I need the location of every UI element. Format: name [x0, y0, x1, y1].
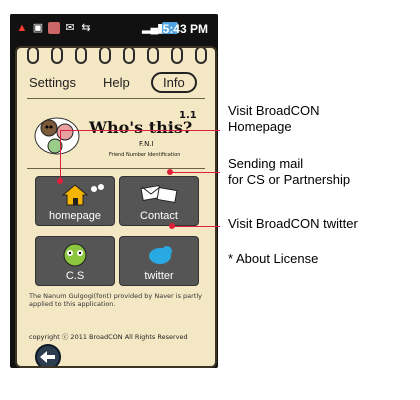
home-icon — [61, 184, 104, 206]
callout-mail: Sending mail for CS or Partnership — [228, 156, 350, 188]
ring-icon — [27, 48, 39, 64]
ring-icon — [75, 48, 87, 64]
ring-icon — [171, 48, 183, 64]
callout-dot-contact — [167, 169, 173, 175]
copyright-text: copyright ⓒ 2011 BroadCON All Rights Res… — [29, 333, 188, 341]
mail-icon: ✉ — [65, 22, 75, 34]
callout-homepage: Visit BroadCON Homepage — [228, 103, 358, 135]
warning-icon: ▲ — [16, 22, 28, 34]
signal-icon: ▂▄▆ — [142, 22, 167, 34]
homepage-button[interactable]: homepage — [35, 176, 115, 226]
cs-button[interactable]: C.S — [35, 236, 115, 286]
app-logo: Who's this? 1.1 F.N.I Friend Number Iden… — [29, 106, 205, 164]
twitter-label: twitter — [144, 270, 174, 282]
callout-dot-twitter — [169, 223, 175, 229]
usb-icon: ⇆ — [81, 22, 91, 34]
callout-twitter: Visit BroadCON twitter — [228, 216, 358, 232]
logo-fni: F.N.I — [139, 140, 154, 148]
binder-rings — [17, 48, 215, 64]
status-bar: ▲ ▣ ✉ ⇆ ▂▄▆ 5:43 PM — [10, 14, 218, 44]
characters-illustration — [34, 117, 80, 155]
cs-character-icon — [63, 243, 87, 267]
mail-icon — [140, 184, 178, 204]
twitter-button[interactable]: twitter — [119, 236, 199, 286]
back-arrow-icon — [40, 351, 55, 363]
callout-license-text: * About License — [228, 251, 319, 266]
callout-homepage-text: Visit BroadCON Homepage — [228, 103, 320, 134]
phone-frame: ▲ ▣ ✉ ⇆ ▂▄▆ 5:43 PM Settings Help Info W… — [10, 14, 218, 368]
top-menu: Settings Help Info — [17, 70, 215, 96]
font-credit: The Nanum Gulgogi(font) provided by Nave… — [29, 292, 203, 308]
cs-label: C.S — [65, 270, 85, 282]
callout-vline-homepage — [60, 130, 61, 180]
ring-icon — [99, 48, 111, 64]
avatar-icon — [48, 22, 60, 34]
notebook-panel: Settings Help Info Who's this? 1.1 F.N.I… — [15, 46, 217, 368]
menu-settings[interactable]: Settings — [29, 75, 76, 90]
callout-line-contact — [170, 172, 220, 173]
ring-icon — [195, 48, 207, 64]
contact-button[interactable]: Contact — [119, 176, 199, 226]
status-time: 5:43 PM — [162, 22, 208, 36]
logo-title: Who's this? — [89, 118, 193, 137]
sim-icon: ▣ — [32, 22, 44, 34]
callout-dot-homepage — [57, 178, 63, 184]
menu-divider — [27, 98, 205, 99]
homepage-label: homepage — [49, 210, 101, 222]
callout-mail-line1: Sending mail — [228, 156, 304, 171]
callout-line-homepage — [60, 130, 220, 131]
callout-mail-line2: for CS or Partnership — [228, 172, 351, 187]
menu-info[interactable]: Info — [151, 72, 197, 93]
logo-divider — [27, 168, 205, 169]
callout-license: * About License — [228, 251, 318, 267]
ring-icon — [123, 48, 135, 64]
back-button[interactable] — [35, 344, 61, 366]
callout-line-twitter — [172, 226, 220, 227]
logo-subtitle: Friend Number Identification — [109, 152, 181, 158]
contact-label: Contact — [140, 210, 178, 222]
menu-help[interactable]: Help — [103, 75, 130, 90]
ring-icon — [51, 48, 63, 64]
logo-version: 1.1 — [179, 110, 197, 121]
callout-twitter-text: Visit BroadCON twitter — [228, 216, 358, 231]
ring-icon — [147, 48, 159, 64]
twitter-bird-icon — [149, 246, 172, 264]
